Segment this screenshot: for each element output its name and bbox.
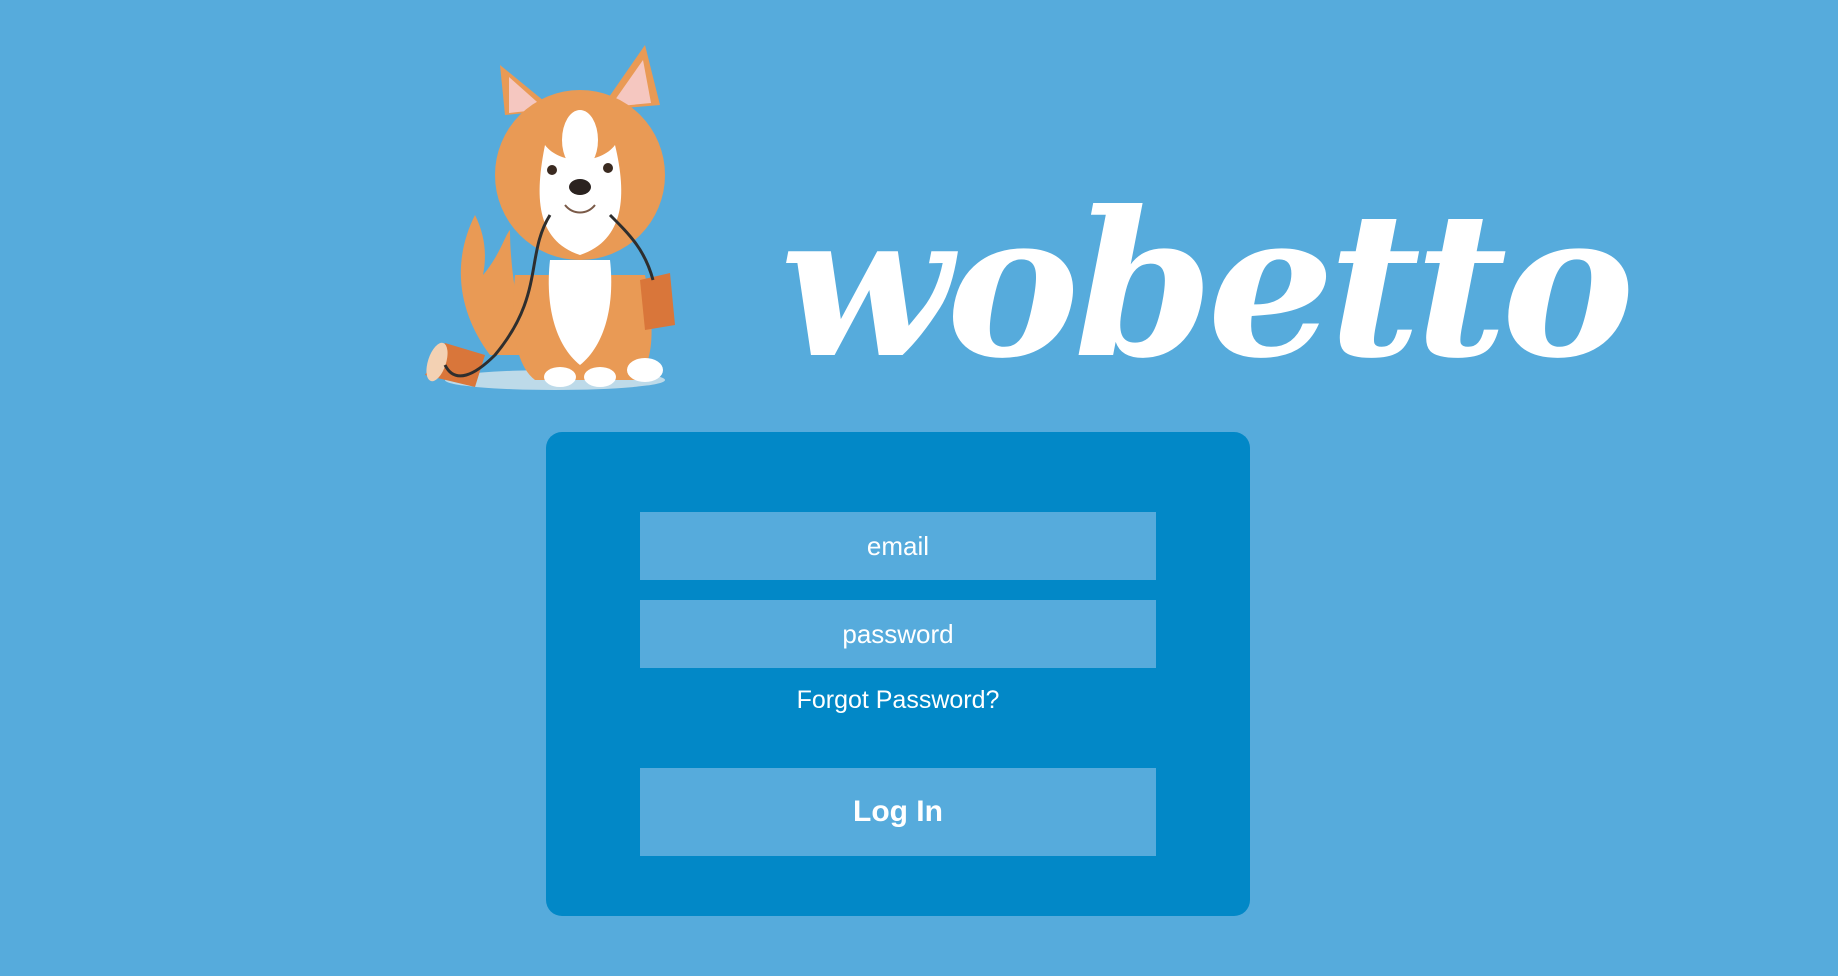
wobetto-wordmark: wobetto bbox=[780, 168, 1635, 403]
email-field[interactable] bbox=[640, 512, 1156, 580]
wordmark-text: wobetto bbox=[780, 168, 1629, 403]
password-field[interactable] bbox=[640, 600, 1156, 668]
corgi-mascot-icon bbox=[425, 45, 675, 390]
forgot-password-link[interactable]: Forgot Password? bbox=[640, 680, 1156, 720]
login-card: Forgot Password? Log In bbox=[546, 432, 1250, 916]
login-button[interactable]: Log In bbox=[640, 768, 1156, 856]
login-page: wobetto Forgot Password? Log In bbox=[0, 0, 1838, 976]
